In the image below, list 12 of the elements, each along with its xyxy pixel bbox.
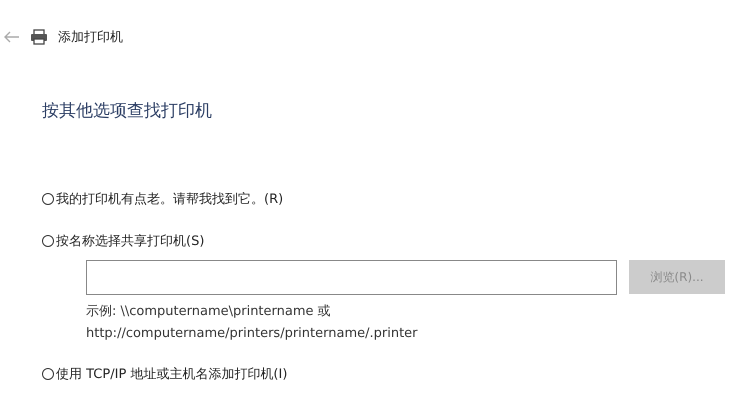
printer-name-field[interactable] [86, 260, 617, 295]
example-text: http://computername/printers/printername/.printer [86, 325, 418, 343]
page-heading: 按其他选项查找打印机 [42, 100, 213, 122]
radio-button[interactable] [42, 235, 54, 247]
printer-icon [30, 29, 48, 45]
radio-label[interactable]: 我的打印机有点老。请帮我找到它。(R) [56, 190, 284, 208]
window-title: 添加打印机 [58, 29, 123, 46]
example-text: 示例: \\computername\printername 或 [86, 303, 331, 321]
radio-label[interactable]: 按名称选择共享打印机(S) [56, 232, 204, 250]
radio-button[interactable] [42, 368, 54, 380]
radio-label[interactable]: 使用 TCP/IP 地址或主机名添加打印机(I) [56, 365, 288, 383]
radio-button[interactable] [42, 193, 54, 205]
